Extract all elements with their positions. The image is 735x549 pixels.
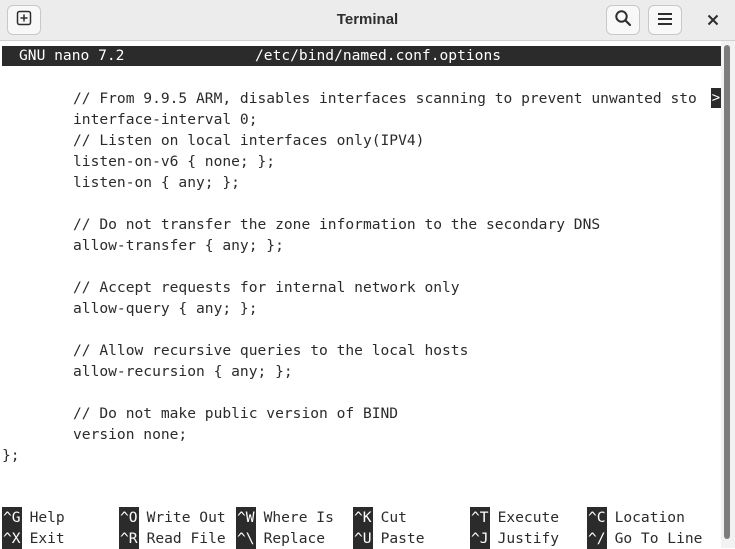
shortcut-label: Where Is xyxy=(263,509,334,526)
shortcut-label: Replace xyxy=(263,530,326,547)
shortcut-key: ^J xyxy=(470,528,490,549)
shortcut-label: Read File xyxy=(146,530,226,547)
code-line: // Do not transfer the zone information … xyxy=(73,216,601,233)
new-tab-button[interactable] xyxy=(7,5,41,35)
shortcut-cut[interactable]: ^K Cut xyxy=(353,507,407,528)
shortcut-where-is[interactable]: ^W Where Is xyxy=(236,507,334,528)
shortcut-key: ^G xyxy=(2,507,22,528)
search-button[interactable] xyxy=(606,5,640,35)
shortcut-key: ^/ xyxy=(587,528,607,549)
code-line: // Listen on local interfaces only(IPV4) xyxy=(73,132,425,149)
shortcut-key: ^W xyxy=(236,507,256,528)
closing-brace-line: }; xyxy=(2,447,20,464)
shortcut-key: ^U xyxy=(353,528,373,549)
code-line: version none; xyxy=(73,426,188,443)
menu-button[interactable] xyxy=(648,5,682,35)
nano-filename: /etc/bind/named.conf.options xyxy=(255,47,502,64)
code-line: listen-on-v6 { none; }; xyxy=(73,153,276,170)
close-button[interactable] xyxy=(698,5,728,35)
shortcut-help[interactable]: ^G Help xyxy=(2,507,65,528)
shortcut-go-to-line[interactable]: ^/ Go To Line xyxy=(587,528,702,549)
code-line: allow-query { any; }; xyxy=(73,300,258,317)
shortcut-label: Exit xyxy=(29,530,65,547)
shortcut-execute[interactable]: ^T Execute xyxy=(470,507,559,528)
code-line: // Accept requests for internal network … xyxy=(73,279,460,296)
shortcut-key: ^K xyxy=(353,507,373,528)
shortcut-label: Cut xyxy=(380,509,407,526)
shortcut-label: Help xyxy=(29,509,65,526)
vertical-scrollbar[interactable] xyxy=(721,41,735,548)
shortcut-label: Write Out xyxy=(146,509,226,526)
nano-version: GNU nano 7.2 xyxy=(19,47,125,64)
shortcut-key: ^X xyxy=(2,528,22,549)
shortcut-key: ^C xyxy=(587,507,607,528)
shortcut-label: Paste xyxy=(380,530,425,547)
shortcut-write-out[interactable]: ^O Write Out xyxy=(119,507,226,528)
line-overflow-marker: > xyxy=(711,88,721,108)
new-tab-icon xyxy=(16,10,32,30)
shortcut-paste[interactable]: ^U Paste xyxy=(353,528,425,549)
shortcut-label: Execute xyxy=(497,509,560,526)
code-line: // Do not make public version of BIND xyxy=(73,405,399,422)
shortcut-key: ^R xyxy=(119,528,139,549)
shortcut-key: ^T xyxy=(470,507,490,528)
code-line: interface-interval 0; xyxy=(73,111,258,128)
shortcut-key: ^\ xyxy=(236,528,256,549)
shortcut-justify[interactable]: ^J Justify xyxy=(470,528,559,549)
code-line: // From 9.9.5 ARM, disables interfaces s… xyxy=(73,90,697,107)
terminal-area[interactable]: GNU nano 7.2 /etc/bind/named.conf.option… xyxy=(0,41,721,549)
shortcut-read-file[interactable]: ^R Read File xyxy=(119,528,226,549)
code-line: allow-recursion { any; }; xyxy=(73,363,293,380)
shortcut-label: Justify xyxy=(497,530,560,547)
hamburger-menu-icon xyxy=(657,11,673,30)
shortcut-location[interactable]: ^C Location xyxy=(587,507,685,528)
nano-title-bar: GNU nano 7.2 /etc/bind/named.conf.option… xyxy=(2,46,721,66)
code-line: listen-on { any; }; xyxy=(73,174,240,191)
search-icon xyxy=(614,9,632,31)
shortcut-replace[interactable]: ^\ Replace xyxy=(236,528,325,549)
shortcut-key: ^O xyxy=(119,507,139,528)
shortcut-label: Go To Line xyxy=(614,530,703,547)
scrollbar-thumb[interactable] xyxy=(724,45,730,539)
shortcut-label: Location xyxy=(614,509,685,526)
code-line: allow-transfer { any; }; xyxy=(73,237,284,254)
close-icon xyxy=(707,11,719,30)
code-line: // Allow recursive queries to the local … xyxy=(73,342,469,359)
header-bar: Terminal xyxy=(0,0,735,41)
shortcut-exit[interactable]: ^X Exit xyxy=(2,528,65,549)
